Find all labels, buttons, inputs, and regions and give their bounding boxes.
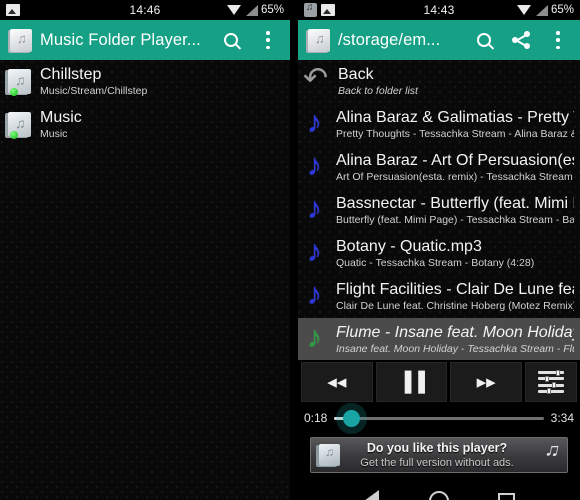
left-phone-screen: 14:46 65% Music Folder Player... Chillst… xyxy=(0,0,290,500)
elapsed-time: 0:18 xyxy=(304,411,328,425)
track-subtitle: Clair De Lune feat. Christine Hoberg (Mo… xyxy=(336,300,574,312)
right-track-list[interactable]: Back Back to folder list Alina Baraz & G… xyxy=(298,60,580,360)
back-title: Back xyxy=(338,66,374,83)
ad-headline: Do you like this player? xyxy=(366,440,508,455)
track-subtitle: Quatic - Tessachka Stream - Botany (4:28… xyxy=(336,257,535,269)
seek-slider[interactable] xyxy=(334,409,544,427)
table-row[interactable]: Bassnectar - Butterfly (feat. Mimi Pag..… xyxy=(298,189,580,232)
table-row[interactable]: Flight Facilities - Clair De Lune feat..… xyxy=(298,275,580,318)
music-note-icon xyxy=(303,278,329,312)
next-icon: ▸▸ xyxy=(476,371,496,393)
track-subtitle: Butterfly (feat. Mimi Page) - Tessachka … xyxy=(336,214,574,226)
table-row[interactable]: Alina Baraz & Galimatias - Pretty Tho...… xyxy=(298,103,580,146)
equalizer-button[interactable] xyxy=(525,362,578,402)
nav-back-button[interactable] xyxy=(359,488,385,500)
music-note-icon xyxy=(532,442,562,468)
right-status-indicators: 65% xyxy=(516,4,574,16)
ad-subtext: Get the full version without ads. xyxy=(360,456,514,469)
music-note-icon xyxy=(303,235,329,269)
search-icon xyxy=(224,33,238,47)
overflow-menu-icon xyxy=(266,31,270,49)
music-note-icon xyxy=(303,149,329,183)
nav-recents-button[interactable] xyxy=(493,488,519,500)
track-subtitle: Art Of Persuasion(esta. remix) - Tessach… xyxy=(336,171,574,183)
nav-home-button[interactable] xyxy=(426,488,452,500)
play-pause-button[interactable]: ▐▐ xyxy=(375,362,448,402)
list-item[interactable]: Music Music xyxy=(0,103,290,146)
music-folder-icon xyxy=(5,68,33,96)
player-controls: ◂◂ ▐▐ ▸▸ xyxy=(298,360,580,404)
track-title: Flight Facilities - Clair De Lune feat..… xyxy=(336,281,574,298)
seek-thumb[interactable] xyxy=(342,409,360,427)
back-triangle-icon xyxy=(364,490,380,500)
right-search-button[interactable] xyxy=(469,22,499,58)
left-overflow-menu-button[interactable] xyxy=(253,22,283,58)
ad-banner[interactable]: Do you like this player? Get the full ve… xyxy=(310,437,568,473)
wifi-icon xyxy=(516,4,532,16)
track-title: Alina Baraz & Galimatias - Pretty Tho... xyxy=(336,109,574,126)
right-overflow-menu-button[interactable] xyxy=(543,22,573,58)
right-system-nav-bar xyxy=(298,478,580,500)
folder-path: Music xyxy=(40,128,68,140)
list-item[interactable]: Chillstep Music/Stream/Chillstep xyxy=(0,60,290,103)
back-arrow-icon xyxy=(303,61,331,96)
music-folder-icon xyxy=(7,27,33,53)
music-note-icon xyxy=(303,192,329,226)
track-title: Alina Baraz - Art Of Persuasion(esta.... xyxy=(336,152,574,169)
table-row[interactable]: Alina Baraz - Art Of Persuasion(esta....… xyxy=(298,146,580,189)
left-status-indicators: 65% xyxy=(226,4,284,16)
right-app-toolbar: /storage/em... xyxy=(298,20,580,60)
folder-path: Music/Stream/Chillstep xyxy=(40,85,148,97)
next-button[interactable]: ▸▸ xyxy=(450,362,523,402)
left-battery-label: 65% xyxy=(260,4,284,16)
track-subtitle: Pretty Thoughts - Tessachka Stream - Ali… xyxy=(336,128,574,140)
left-search-button[interactable] xyxy=(216,22,246,58)
share-icon xyxy=(512,31,530,49)
back-row[interactable]: Back Back to folder list xyxy=(298,60,580,103)
recents-square-icon xyxy=(497,492,515,500)
right-share-button[interactable] xyxy=(506,22,536,58)
dual-screenshot: 14:46 65% Music Folder Player... Chillst… xyxy=(0,0,580,500)
right-battery-label: 65% xyxy=(550,4,574,16)
music-folder-icon xyxy=(5,111,33,139)
folder-name: Music xyxy=(40,109,82,126)
previous-button[interactable]: ◂◂ xyxy=(301,362,373,402)
left-status-bar: 14:46 65% xyxy=(0,0,290,20)
music-note-icon xyxy=(303,106,329,140)
equalizer-icon xyxy=(538,369,565,395)
right-page-title: /storage/em... xyxy=(338,30,441,49)
previous-icon: ◂◂ xyxy=(327,371,347,393)
track-title: Botany - Quatic.mp3 xyxy=(336,238,482,255)
music-note-playing-icon xyxy=(303,321,329,355)
ad-container: Do you like this player? Get the full ve… xyxy=(298,432,580,478)
signal-icon xyxy=(535,4,548,16)
home-circle-icon xyxy=(428,491,449,500)
track-subtitle: Insane feat. Moon Holiday - Tessachka St… xyxy=(336,343,574,355)
total-time: 3:34 xyxy=(550,411,574,425)
left-app-toolbar: Music Folder Player... xyxy=(0,20,290,60)
track-title: Bassnectar - Butterfly (feat. Mimi Pag..… xyxy=(336,195,574,212)
track-title: Flume - Insane feat. Moon Holiday.mp. xyxy=(336,324,574,341)
overflow-menu-icon xyxy=(556,31,560,49)
pause-icon: ▐▐ xyxy=(398,371,425,393)
music-folder-icon xyxy=(305,27,331,53)
left-folder-list[interactable]: Chillstep Music/Stream/Chillstep Music M… xyxy=(0,60,290,500)
right-status-bar: 14:43 65% xyxy=(298,0,580,20)
music-folder-icon xyxy=(316,443,342,467)
seek-bar-row: 0:18 3:34 xyxy=(298,404,580,432)
search-icon xyxy=(477,33,491,47)
table-row[interactable]: Botany - Quatic.mp3 Quatic - Tessachka S… xyxy=(298,232,580,275)
left-page-title: Music Folder Player... xyxy=(40,30,201,49)
right-phone-screen: 14:43 65% /storage/em... xyxy=(290,0,580,500)
folder-name: Chillstep xyxy=(40,66,102,83)
signal-icon xyxy=(245,4,258,16)
table-row-selected[interactable]: Flume - Insane feat. Moon Holiday.mp. In… xyxy=(298,318,580,360)
wifi-icon xyxy=(226,4,242,16)
back-subtitle: Back to folder list xyxy=(338,85,418,97)
